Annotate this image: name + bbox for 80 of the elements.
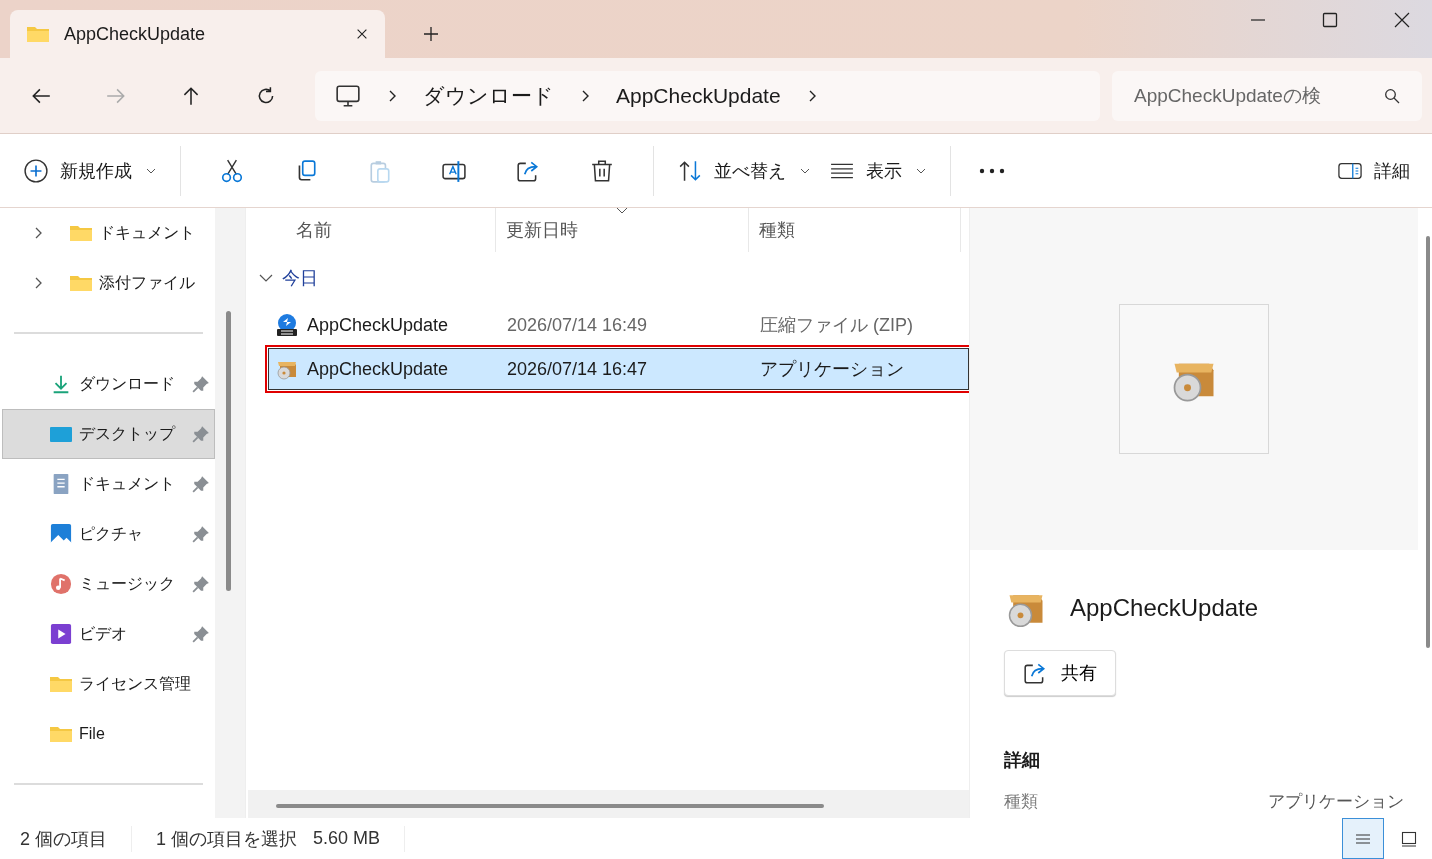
breadcrumb[interactable]: ダウンロード	[423, 81, 554, 110]
sidebar-label: ビデオ	[79, 623, 128, 644]
column-header[interactable]: 名前	[246, 208, 496, 252]
sort-button[interactable]: 並べ替え	[668, 150, 820, 191]
folder-icon	[26, 24, 50, 44]
rename-icon	[442, 158, 466, 183]
sidebar-item[interactable]: ライセンス管理	[2, 659, 215, 709]
sidebar-label: ピクチャ	[79, 523, 144, 544]
file-type: アプリケーション	[760, 358, 904, 381]
share-button[interactable]: 共有	[1004, 650, 1116, 696]
file-type: 圧縮ファイル (ZIP)	[760, 314, 913, 337]
new-button[interactable]: 新規作成	[14, 150, 166, 191]
file-name: AppCheckUpdate	[307, 314, 449, 336]
window-tab[interactable]: AppCheckUpdate	[10, 10, 385, 58]
file-name: AppCheckUpdate	[307, 358, 449, 380]
file-row[interactable]: AppCheckUpdate 2026/07/14 16:47 アプリケーション	[268, 348, 969, 390]
chevron-right-icon[interactable]	[33, 275, 43, 291]
property-value: アプリケーション	[1268, 791, 1404, 813]
file-title: AppCheckUpdate	[1070, 594, 1259, 622]
modified-date: 2026/07/14 16:47	[507, 358, 648, 380]
video-icon	[49, 623, 73, 645]
modified-date: 2026/07/14 16:49	[507, 314, 648, 336]
property-label: 種類	[1004, 791, 1038, 813]
section-heading: 詳細	[1004, 749, 1041, 772]
music-note-icon	[49, 573, 73, 595]
selection-info: 1 個の項目を選択	[156, 827, 298, 851]
picture-icon	[49, 523, 73, 545]
sidebar-label: ドキュメント	[99, 222, 196, 243]
column-header[interactable]: 種類	[749, 208, 961, 252]
caret-icon	[800, 167, 810, 174]
sidebar-item[interactable]: ビデオ	[2, 609, 215, 659]
search-icon	[1384, 87, 1400, 104]
sidebar-item[interactable]: ミュージック	[2, 559, 215, 609]
sidebar-label: ダウンロード	[79, 373, 176, 394]
scrollbar-thumb[interactable]	[226, 311, 231, 591]
sidebar-label: ライセンス管理	[79, 673, 192, 694]
address-bar[interactable]: ダウンロード AppCheckUpdate	[315, 70, 1100, 121]
sidebar-item[interactable]: File	[2, 709, 215, 759]
scrollbar-thumb[interactable]	[276, 804, 824, 808]
sidebar-item[interactable]: 添付ファイル	[2, 258, 215, 308]
column-header[interactable]: 更新日時	[496, 208, 749, 252]
view-button[interactable]: 表示	[820, 150, 936, 191]
caret-icon	[146, 167, 156, 174]
plus-icon[interactable]	[423, 26, 439, 42]
sidebar-item[interactable]: ピクチャ	[2, 509, 215, 559]
group-label: 今日	[282, 267, 318, 290]
more-icon[interactable]	[979, 167, 1005, 174]
details-pane-button[interactable]: 詳細	[1328, 150, 1420, 191]
sidebar-item[interactable]: ダウンロード	[2, 359, 215, 409]
tile-icon	[1401, 830, 1417, 847]
share-icon	[1023, 661, 1047, 685]
plus-circle-icon	[24, 158, 48, 183]
sidebar-item[interactable]: ドキュメント	[2, 459, 215, 509]
chevron-right-icon[interactable]	[33, 225, 43, 241]
clipboard-icon	[368, 158, 392, 183]
sidebar-label: デスクトップ	[79, 423, 177, 444]
caret-icon	[916, 167, 926, 174]
sidebar-label: ドキュメント	[79, 473, 176, 494]
scissors-icon	[220, 158, 244, 183]
sidebar-item[interactable]: ドキュメント	[2, 208, 215, 258]
sidebar-item[interactable]: デスクトップ	[2, 409, 215, 459]
sidebar-label: 添付ファイル	[99, 272, 196, 293]
sort-arrows-icon	[678, 158, 702, 183]
breadcrumb[interactable]: AppCheckUpdate	[616, 83, 781, 108]
close-icon[interactable]	[1394, 12, 1410, 28]
search-field[interactable]: AppCheckUpdateの検	[1112, 70, 1422, 121]
scrollbar-thumb[interactable]	[1426, 236, 1430, 648]
monitor-icon	[335, 82, 361, 109]
sidebar-label: File	[79, 725, 106, 743]
details-view-button[interactable]	[1342, 818, 1384, 859]
sidebar-label: ミュージック	[79, 573, 176, 594]
maximize-icon[interactable]	[1322, 12, 1338, 28]
item-count: 2 個の項目	[20, 827, 107, 851]
zip-archive-icon	[275, 313, 299, 337]
close-icon[interactable]	[355, 27, 369, 41]
tab-title: AppCheckUpdate	[64, 23, 207, 45]
trash-icon	[590, 158, 614, 183]
selection-size: 5.60 MB	[313, 828, 381, 849]
file-row[interactable]: AppCheckUpdate 2026/07/14 16:49 圧縮ファイル (ZIP)	[268, 304, 969, 346]
chevron-down-icon[interactable]	[258, 273, 274, 283]
